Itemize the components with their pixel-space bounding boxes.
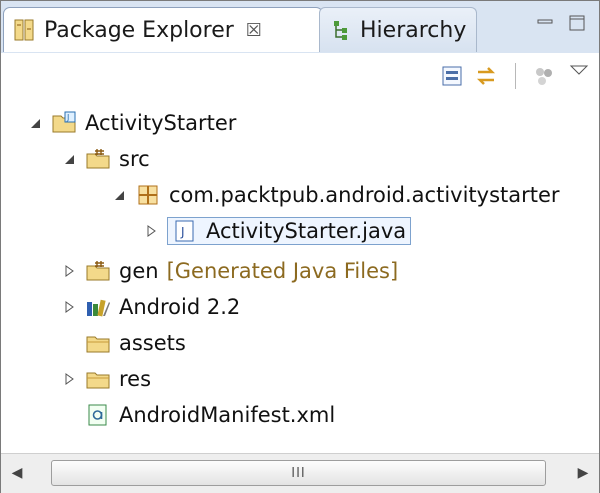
expanded-arrow-icon[interactable] — [61, 151, 77, 167]
scrollbar-grip: III — [291, 465, 306, 481]
tree-item-label: src — [119, 147, 150, 171]
tree-item-gen[interactable]: gen [Generated Java Files] — [61, 253, 398, 289]
view-menu-icon[interactable] — [566, 59, 592, 85]
tree-item-label: assets — [119, 331, 186, 355]
collapsed-arrow-icon[interactable] — [61, 371, 77, 387]
tree-item-label: gen — [119, 259, 159, 283]
scroll-left-icon[interactable]: ◀ — [7, 462, 27, 484]
scroll-right-icon[interactable]: ▶ — [573, 462, 593, 484]
filters-icon[interactable] — [531, 63, 557, 89]
tree-item-package[interactable]: com.packtpub.android.activitystarter — [111, 177, 560, 213]
tree-item-android-library[interactable]: Android 2.2 — [61, 289, 240, 325]
expanded-arrow-icon[interactable] — [111, 187, 127, 203]
package-explorer-view: Package Explorer ☒ Hierarchy J ActivityS… — [0, 0, 600, 493]
xml-file-icon — [88, 404, 107, 426]
toolbar-separator — [515, 63, 516, 89]
source-folder-icon — [86, 149, 110, 169]
tree-item-label: Android 2.2 — [119, 295, 241, 319]
tree-item-label: com.packtpub.android.activitystarter — [169, 183, 560, 207]
collapse-all-icon[interactable] — [439, 63, 465, 89]
tree-item-res[interactable]: res — [61, 361, 151, 397]
library-icon — [87, 299, 110, 317]
scrollbar-thumb[interactable]: III — [51, 460, 546, 486]
horizontal-scrollbar[interactable]: ◀ III ▶ — [1, 453, 599, 493]
svg-text:J: J — [180, 225, 185, 239]
tree-item-label: res — [119, 367, 152, 391]
collapsed-arrow-icon[interactable] — [61, 263, 77, 279]
folder-icon — [86, 336, 110, 353]
view-tab-bar: Package Explorer ☒ Hierarchy — [1, 1, 599, 54]
generated-files-decoration: [Generated Java Files] — [166, 259, 399, 283]
minimize-icon[interactable] — [535, 13, 555, 33]
tree-item-manifest[interactable]: AndroidManifest.xml — [85, 397, 335, 433]
package-explorer-icon — [14, 19, 34, 41]
tab-hierarchy[interactable]: Hierarchy — [319, 7, 477, 52]
tree-item-java-file[interactable]: J ActivityStarter.java — [143, 213, 412, 249]
expanded-arrow-icon[interactable] — [27, 115, 43, 131]
folder-icon — [86, 372, 110, 389]
tree-item-label: ActivityStarter.java — [206, 219, 407, 243]
link-with-editor-icon[interactable] — [473, 63, 499, 89]
collapsed-arrow-icon[interactable] — [61, 299, 77, 315]
tree-item-label: AndroidManifest.xml — [119, 403, 336, 427]
svg-text:J: J — [66, 113, 69, 122]
tab-package-explorer[interactable]: Package Explorer ☒ — [3, 7, 323, 52]
tree-item-src[interactable]: src — [61, 141, 150, 177]
java-project-icon: J — [52, 111, 76, 133]
tree-item-assets[interactable]: assets — [85, 325, 186, 361]
tree-item-label: ActivityStarter — [85, 111, 237, 135]
close-tab-icon[interactable]: ☒ — [246, 20, 262, 41]
tab-package-explorer-label: Package Explorer — [44, 17, 234, 43]
package-icon — [138, 185, 158, 205]
hierarchy-icon — [334, 21, 347, 40]
source-folder-icon — [86, 261, 110, 281]
tab-hierarchy-label: Hierarchy — [360, 17, 467, 43]
maximize-icon[interactable] — [567, 13, 587, 33]
view-toolbar — [1, 53, 599, 99]
selected-item[interactable]: J ActivityStarter.java — [167, 217, 412, 245]
tree-item-project[interactable]: J ActivityStarter — [27, 105, 236, 141]
collapsed-arrow-icon[interactable] — [143, 223, 159, 239]
java-file-icon: J — [175, 220, 194, 242]
